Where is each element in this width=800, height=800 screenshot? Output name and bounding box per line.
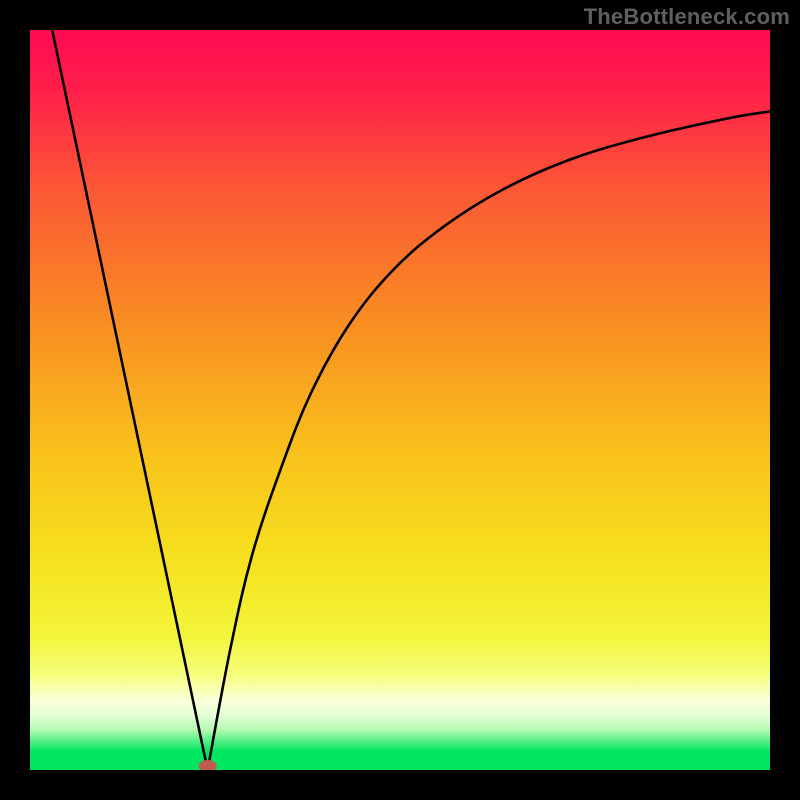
chart-plot <box>30 30 770 770</box>
watermark-text: TheBottleneck.com <box>584 4 790 30</box>
plot-background <box>30 30 770 770</box>
chart-frame: TheBottleneck.com <box>0 0 800 800</box>
